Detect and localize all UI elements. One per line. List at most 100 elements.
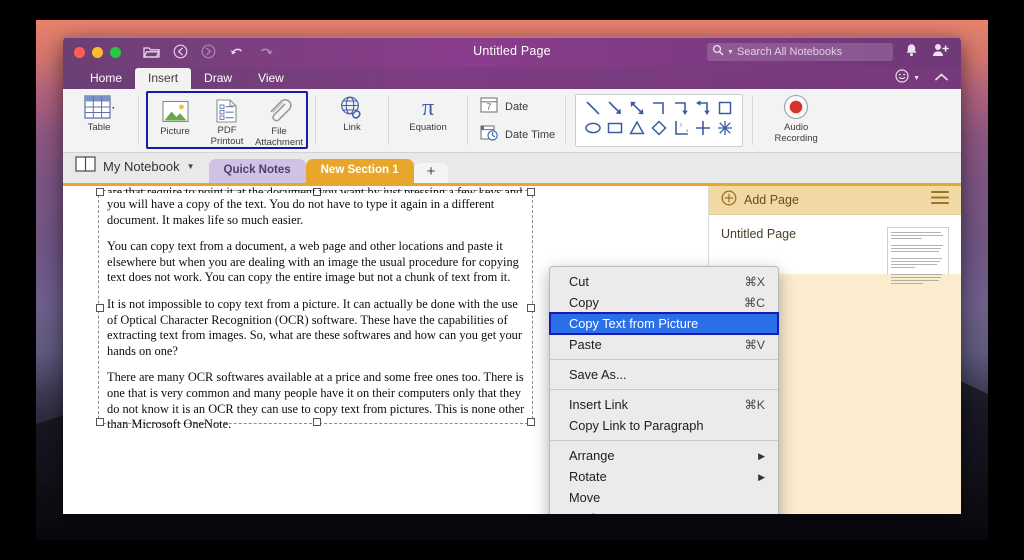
menu-item-copy-link-to-paragraph[interactable]: Copy Link to Paragraph — [550, 415, 778, 436]
record-circle-icon — [783, 94, 809, 120]
document-body-text: you will have a copy of the text. You do… — [107, 197, 527, 444]
arrow-down-right-icon — [608, 101, 622, 114]
pi-icon: π — [414, 94, 442, 120]
menu-item-copy[interactable]: Copy ⌘C — [550, 292, 778, 313]
image-context-menu[interactable]: Cut ⌘X Copy ⌘C Copy Text from Picture Pa… — [549, 266, 779, 514]
titlebar-right-icons — [905, 43, 949, 62]
add-page-bar[interactable]: Add Page — [709, 186, 961, 215]
menu-item-label: Copy Text from Picture — [569, 315, 699, 331]
ribbon-divider — [138, 96, 139, 145]
section-tab-new-section-1[interactable]: New Section 1 — [305, 159, 414, 183]
audio-recording-label: Audio Recording — [774, 122, 818, 144]
notebook-selector[interactable]: My Notebook ▼ — [75, 156, 195, 183]
smiley-dropdown-caret-icon[interactable]: ▼ — [913, 75, 920, 82]
link-button[interactable]: Link — [326, 89, 378, 152]
add-section-button[interactable]: + — [413, 163, 449, 183]
picture-button[interactable]: Picture — [149, 93, 201, 147]
paperclip-icon — [266, 98, 292, 124]
menu-item-paste[interactable]: Paste ⌘V — [550, 334, 778, 355]
menu-item-label: Move — [569, 489, 601, 505]
cross-axes-icon — [696, 121, 711, 135]
menu-item-shortcut: ⌘C — [743, 295, 765, 310]
plus-circle-icon — [721, 190, 737, 211]
resize-handle-top-left[interactable] — [96, 188, 104, 196]
tab-draw[interactable]: Draw — [191, 68, 245, 89]
ribbon-right-icons: ▼ — [895, 69, 949, 88]
menu-item-shortcut: ⌘K — [744, 397, 766, 412]
svg-text:7: 7 — [487, 102, 492, 111]
smiley-icon[interactable] — [895, 69, 909, 88]
calendar-icon: 7 — [480, 96, 498, 118]
resize-handle-bottom-left[interactable] — [96, 418, 104, 426]
date-button[interactable]: 7 Date — [480, 96, 528, 118]
search-input[interactable]: ▼ Search All Notebooks — [707, 43, 893, 61]
square-shape-icon — [718, 101, 732, 115]
ribbon-group-audio: Audio Recording — [756, 89, 836, 152]
notebook-dropdown-caret-icon[interactable]: ▼ — [187, 162, 195, 171]
ribbon-toolbar: Table Picture PDF Printout File Attachme… — [63, 89, 961, 153]
elbow-connector-icon — [653, 102, 664, 114]
menu-item-label: Cut — [569, 273, 589, 289]
menu-item-label: Copy Link to Paragraph — [569, 417, 704, 433]
shapes-row-top — [584, 99, 734, 117]
file-attachment-label: File Attachment — [254, 126, 304, 148]
content-area: are that require to point it at the docu… — [63, 186, 961, 514]
resize-handle-top-right[interactable] — [527, 188, 535, 196]
add-person-icon[interactable] — [932, 43, 949, 62]
picture-icon — [161, 98, 189, 124]
paragraph-2: You can copy text from a document, a web… — [107, 239, 519, 285]
insert-media-highlight-box: Picture PDF Printout File Attachment — [146, 91, 308, 149]
add-page-button[interactable]: Add Page — [721, 190, 799, 211]
ribbon-divider — [388, 96, 389, 145]
link-label: Link — [343, 122, 361, 133]
pdf-printout-button[interactable]: PDF Printout — [201, 93, 253, 147]
menu-item-rotate[interactable]: Rotate ▶ — [550, 466, 778, 487]
tab-view[interactable]: View — [245, 68, 297, 89]
equation-button[interactable]: π Equation — [399, 89, 457, 152]
audio-recording-button[interactable]: Audio Recording — [763, 89, 829, 152]
pdf-printout-icon — [215, 98, 239, 123]
notebook-name: My Notebook — [103, 159, 180, 174]
menu-item-arrange[interactable]: Arrange ▶ — [550, 445, 778, 466]
bell-icon[interactable] — [905, 43, 918, 62]
notebook-bar: My Notebook ▼ Quick Notes New Section 1 … — [63, 153, 961, 186]
section-tab-quick-notes[interactable]: Quick Notes — [208, 159, 306, 183]
onenote-window: Untitled Page ▼ Search All Notebooks Hom… — [63, 36, 961, 514]
menu-item-cut[interactable]: Cut ⌘X — [550, 271, 778, 292]
search-icon — [712, 43, 724, 61]
resize-handle-bottom-right[interactable] — [527, 418, 535, 426]
list-lines-icon[interactable] — [930, 190, 950, 210]
file-attachment-button[interactable]: File Attachment — [253, 93, 305, 147]
ribbon-divider — [565, 96, 567, 145]
menu-item-insert-link[interactable]: Insert Link ⌘K — [550, 394, 778, 415]
ribbon-divider — [467, 96, 468, 145]
resize-handle-middle-right[interactable] — [527, 304, 535, 312]
clipped-top-text-line: are that require to point it at the docu… — [107, 186, 523, 193]
tab-home[interactable]: Home — [77, 68, 135, 89]
line-diagonal-icon — [586, 101, 600, 115]
shapes-gallery[interactable]: yx — [575, 94, 744, 147]
menu-item-save-as[interactable]: Save As... — [550, 364, 778, 385]
calendar-clock-icon — [480, 124, 498, 146]
screenshot-root: Untitled Page ▼ Search All Notebooks Hom… — [0, 0, 1024, 560]
submenu-arrow-icon: ▶ — [758, 450, 765, 461]
paragraph-3: It is not impossible to copy text from a… — [107, 296, 522, 358]
menu-separator — [550, 440, 778, 441]
table-icon — [83, 94, 115, 120]
date-label: Date — [505, 100, 529, 113]
paragraph-4: There are many OCR softwares available a… — [107, 370, 525, 432]
resize-handle-middle-left[interactable] — [96, 304, 104, 312]
menu-item-label: Copy — [569, 294, 599, 310]
menu-item-resize[interactable]: Resize — [550, 508, 778, 515]
chevron-up-icon[interactable] — [934, 70, 949, 88]
tab-insert[interactable]: Insert — [135, 68, 192, 89]
search-placeholder: Search All Notebooks — [736, 46, 843, 58]
date-time-button[interactable]: Date Time — [480, 124, 555, 146]
menu-separator — [550, 389, 778, 390]
menu-item-move[interactable]: Move — [550, 487, 778, 508]
menu-separator — [550, 359, 778, 360]
search-dropdown-caret-icon[interactable]: ▼ — [727, 49, 734, 56]
svg-text:x: x — [686, 129, 689, 134]
menu-item-copy-text-from-picture[interactable]: Copy Text from Picture — [549, 312, 779, 335]
table-button[interactable]: Table — [70, 89, 128, 152]
